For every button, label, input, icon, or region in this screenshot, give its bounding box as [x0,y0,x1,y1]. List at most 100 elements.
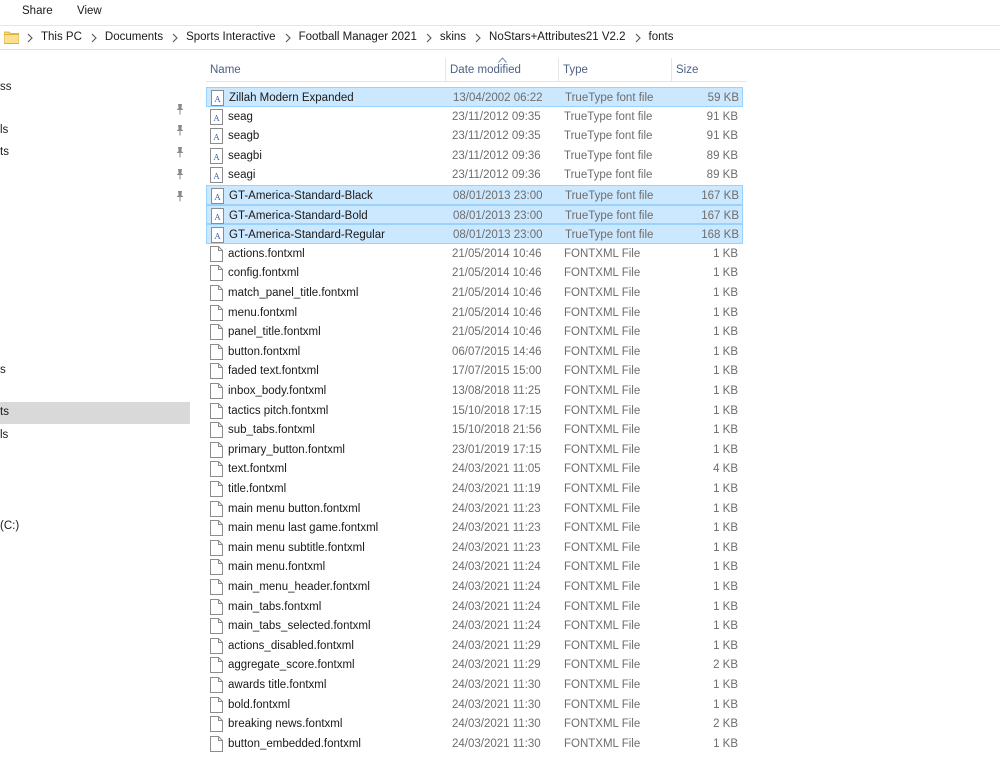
nav-item[interactable]: s [0,360,190,382]
breadcrumb-item[interactable]: skins [440,31,466,43]
file-icon [210,422,223,439]
file-row[interactable]: main_menu_header.fontxml 24/03/2021 11:24… [206,577,743,597]
font-file-icon: A [210,128,223,145]
file-row[interactable]: faded text.fontxml 17/07/2015 15:00 FONTXM… [206,361,743,381]
svg-text:A: A [214,95,221,104]
file-row[interactable]: inbox_body.fontxml 13/08/2018 11:25 FONTXM… [206,381,743,401]
font-file-icon: A [211,227,224,244]
breadcrumb-item[interactable]: Documents [105,31,163,43]
file-row[interactable]: actions.fontxml 21/05/2014 10:46 FONTXML F… [206,244,743,264]
file-list[interactable]: Name Date modified Type Size A Zillah Mod… [190,50,1000,758]
file-row[interactable]: main_tabs.fontxml 24/03/2021 11:24 FONTXML… [206,597,743,617]
file-type: FONTXML File [564,443,641,456]
file-row[interactable]: A GT-America-Standard-Bold 08/01/2013 23:0… [206,204,743,225]
file-type: FONTXML File [564,404,641,417]
chevron-right-icon[interactable] [634,31,642,43]
file-row[interactable]: Aseagi 23/11/2012 09:36 TrueType font file… [206,165,743,185]
nav-item-label: s [0,364,6,376]
column-header-name[interactable]: Name [206,58,445,82]
file-size: 1 KB [713,247,738,260]
file-row[interactable]: A GT-America-Standard-Black 08/01/2013 23:… [206,185,743,205]
file-size: 59 KB [707,92,739,104]
chevron-right-icon[interactable] [425,31,433,43]
nav-item[interactable]: ss [0,77,190,99]
chevron-right-icon[interactable] [171,31,179,43]
file-row[interactable]: main menu button.fontxml 24/03/2021 11:23… [206,499,743,519]
file-icon [210,520,223,537]
file-row[interactable]: primary_button.fontxml 23/01/2019 17:15 FO… [206,440,743,460]
breadcrumb-item[interactable]: NoStars+Attributes21 V2.2 [489,31,625,43]
nav-item[interactable]: ts [0,402,190,424]
font-file-icon: A [211,207,224,224]
file-row[interactable]: main_tabs_selected.fontxml 24/03/2021 11:… [206,616,743,636]
file-row[interactable]: panel_title.fontxml 21/05/2014 10:46 FONTX… [206,322,743,342]
folder-icon [4,31,19,44]
file-row[interactable]: breaking news.fontxml 24/03/2021 11:30 FON… [206,714,743,734]
breadcrumb-item[interactable]: This PC [41,31,82,43]
tab-share[interactable]: Share [22,5,53,17]
file-row[interactable]: actions_disabled.fontxml 24/03/2021 11:29… [206,636,743,656]
column-size-label: Size [676,64,699,76]
file-row[interactable]: menu.fontxml 21/05/2014 10:46 FONTXML File… [206,303,743,323]
address-bar[interactable]: This PC Documents Sports Interactive Footba… [0,26,1000,50]
file-row[interactable]: Aseagbi 23/11/2012 09:36 TrueType font fil… [206,146,743,166]
font-file-icon: A [211,188,224,204]
file-icon [210,735,223,752]
file-name: GT-America-Standard-Regular [229,229,385,242]
file-name: main_tabs_selected.fontxml [228,620,371,633]
file-row[interactable]: button.fontxml 06/07/2015 14:46 FONTXML Fi… [206,342,743,362]
file-row[interactable]: sub_tabs.fontxml 15/10/2018 21:56 FONTXML … [206,420,743,440]
file-row[interactable]: main menu last game.fontxml 24/03/2021 11… [206,518,743,538]
file-type: FONTXML File [564,522,641,535]
chevron-right-icon[interactable] [474,31,482,43]
nav-item[interactable]: ls [0,425,190,447]
file-row[interactable]: aggregate_score.fontxml 24/03/2021 11:29 F… [206,655,743,675]
breadcrumb-item[interactable]: fonts [649,31,674,43]
file-row[interactable]: text.fontxml 24/03/2021 11:05 FONTXML File… [206,459,743,479]
file-row[interactable]: Aseagb 23/11/2012 09:35 TrueType font file… [206,126,743,146]
file-row[interactable]: button_embedded.fontxml 24/03/2021 11:30 F… [206,734,743,754]
file-row[interactable]: tactics pitch.fontxml 15/10/2018 17:15 FON… [206,401,743,421]
file-size: 1 KB [713,561,738,574]
chevron-right-icon[interactable] [26,31,34,43]
nav-item[interactable]: (C:) [0,516,190,538]
nav-item-label: ls [0,429,9,441]
column-header-size[interactable]: Size [671,58,746,82]
pin-icon [175,103,185,115]
file-type: FONTXML File [564,639,641,652]
file-name: aggregate_score.fontxml [228,659,355,672]
file-icon [210,500,223,517]
file-row[interactable]: match_panel_title.fontxml 21/05/2014 10:4… [206,283,743,303]
file-name: main_menu_header.fontxml [228,581,370,593]
nav-item[interactable]: ls [0,120,190,142]
file-row[interactable]: main menu.fontxml 24/03/2021 11:24 FONTXML… [206,557,743,577]
file-size: 168 KB [701,229,739,242]
file-name: seagbi [228,149,262,162]
file-row[interactable]: title.fontxml 24/03/2021 11:19 FONTXML Fil… [206,479,743,499]
column-name-label: Name [210,64,241,76]
file-type: FONTXML File [564,581,641,593]
file-name: actions_disabled.fontxml [228,639,354,652]
chevron-right-icon[interactable] [90,31,98,43]
file-row[interactable]: A Zillah Modern Expanded 13/04/2002 06:22 T… [206,87,743,107]
file-row[interactable]: awards title.fontxml 24/03/2021 11:30 FONT… [206,675,743,695]
file-name: match_panel_title.fontxml [228,287,359,299]
file-row[interactable]: bold.fontxml 24/03/2021 11:30 FONTXML File… [206,695,743,715]
file-date: 21/05/2014 10:46 [452,267,542,280]
breadcrumb-item[interactable]: Football Manager 2021 [299,31,417,43]
file-icon [210,383,223,399]
file-row[interactable]: Aseag 23/11/2012 09:35 TrueType font file 9… [206,107,743,127]
nav-item-label: ls [0,124,9,136]
nav-item[interactable]: ts [0,142,190,164]
column-header-date[interactable]: Date modified [445,57,558,82]
file-row[interactable]: main menu subtitle.fontxml 24/03/2021 11:… [206,538,743,558]
chevron-right-icon[interactable] [284,31,292,43]
column-header-type[interactable]: Type [558,58,671,82]
file-row[interactable]: A GT-America-Standard-Regular 08/01/2013 2… [206,224,743,244]
file-date: 21/05/2014 10:46 [452,287,542,299]
tab-view[interactable]: View [77,5,102,17]
navigation-pane[interactable]: ss ls ts s ts ls (C:) [0,50,190,758]
breadcrumb-item[interactable]: Sports Interactive [186,31,275,43]
file-row[interactable]: config.fontxml 21/05/2014 10:46 FONTXML Fi… [206,263,743,283]
file-date: 24/03/2021 11:19 [452,483,541,495]
